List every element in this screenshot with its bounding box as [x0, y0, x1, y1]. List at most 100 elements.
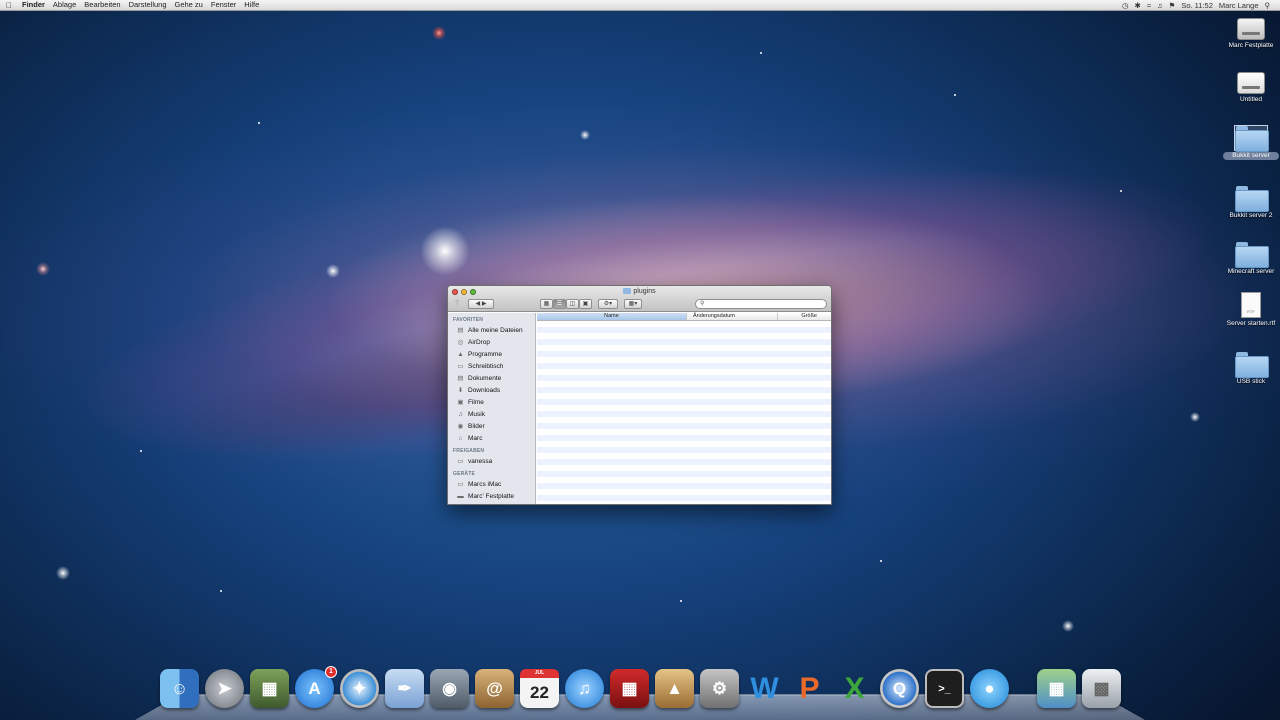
dock-safari-icon[interactable]: ✦ [340, 669, 379, 708]
spotlight-icon[interactable]: ⚲ [1265, 1, 1271, 10]
help-icon: ? [455, 300, 459, 307]
sidebar-item-label: Marc [468, 434, 483, 442]
desktop-icon-usb-stick[interactable]: USB stick [1223, 352, 1279, 386]
sidebar-item-label: Marc' Festplatte [468, 492, 515, 500]
sidebar-header-devices: GERÄTE [453, 471, 476, 477]
clock-text[interactable]: So. 11:52 [1181, 1, 1213, 10]
dock-preview-stack-icon[interactable]: ▦ [1037, 669, 1076, 708]
desktop-icon-marc-festplatte[interactable]: Marc Festplatte [1223, 18, 1279, 50]
menu-status-area: ◷ ✱ ≈ ♫ ⚑ So. 11:52 Marc Lange ⚲ [1122, 0, 1270, 10]
star [760, 52, 762, 54]
dock-terminal-icon[interactable]: >_ [925, 669, 964, 708]
menu-app-name[interactable]: Finder [18, 0, 49, 10]
action-gear-button[interactable]: ⚙▾ [598, 299, 618, 309]
music-icon: ♫ [458, 410, 463, 418]
search-field[interactable]: ⚲ [695, 299, 827, 309]
dock-ical-icon[interactable]: JUL 22 [520, 669, 559, 708]
back-forward-button[interactable]: ◀ ▶ [468, 299, 494, 309]
dock-finder-icon[interactable]: ☺ [160, 669, 199, 708]
column-header-date[interactable]: Änderungsdatum [687, 313, 778, 320]
sidebar-item-label: Filme [468, 398, 484, 406]
view-list-button[interactable]: ☰ [553, 299, 566, 309]
file-list[interactable]: Name Änderungsdatum Größe [537, 313, 831, 504]
dock-facetime-icon[interactable]: ◉ [430, 669, 469, 708]
star [1062, 620, 1074, 632]
dock-mail-icon[interactable]: ✒ [385, 669, 424, 708]
star [140, 450, 142, 452]
dock-app-store-icon[interactable]: A1 [295, 666, 337, 708]
bluetooth-icon[interactable]: ✱ [1135, 1, 1141, 10]
column-header-name[interactable]: Name [537, 313, 687, 320]
sidebar-item-vanessa[interactable]: ▭ vanessa [448, 455, 535, 467]
sidebar-item-marc-festplatte[interactable]: ▬ Marc' Festplatte [448, 490, 535, 502]
dock-system-preferences-icon[interactable]: ⚙ [700, 669, 739, 708]
red-star [432, 26, 446, 40]
volume-icon[interactable]: ♫ [1157, 1, 1163, 10]
sidebar-item-programme[interactable]: ▲ Programme [448, 348, 535, 360]
sidebar-item-downloads[interactable]: ⬇ Downloads [448, 384, 535, 396]
desktop-icon-bukkit-server-2[interactable]: Bukkit server 2 [1223, 186, 1279, 220]
sidebar-item-marc[interactable]: ⌂ Marc [448, 432, 535, 444]
finder-titlebar[interactable]: plugins ? ◀ ▶ ▦ ☰ ◫ ▣ ⚙▾ ▦▾ ⚲ [448, 286, 831, 312]
dock-quicktime-icon[interactable]: Q [880, 669, 919, 708]
sidebar-item-dokumente[interactable]: ▤ Dokumente [448, 372, 535, 384]
dock-iphoto-icon[interactable]: ▲ [655, 669, 694, 708]
sidebar-item-label: vanessa [468, 457, 493, 465]
dock-launchpad-icon[interactable]: ➤ [205, 669, 244, 708]
folder-icon [1235, 242, 1269, 268]
menu-bearbeiten[interactable]: Bearbeiten [80, 0, 124, 10]
sidebar-header-favorites: FAVORITEN [453, 317, 484, 323]
apple-menu-icon[interactable]:  [0, 1, 18, 10]
sidebar-item-label: Alle meine Dateien [468, 326, 523, 334]
empty-list-rows [537, 321, 831, 504]
column-header-size[interactable]: Größe [778, 313, 831, 320]
menu-hilfe[interactable]: Hilfe [240, 0, 263, 10]
menu-gehe-zu[interactable]: Gehe zu [171, 0, 207, 10]
sidebar-item-airdrop[interactable]: ◎ AirDrop [448, 336, 535, 348]
star [580, 130, 590, 140]
sidebar-item-schreibtisch[interactable]: ▭ Schreibtisch [448, 360, 535, 372]
dock-photo-booth-icon[interactable]: ▦ [610, 669, 649, 708]
view-columns-button[interactable]: ◫ [566, 299, 579, 309]
menu-ablage[interactable]: Ablage [49, 0, 80, 10]
dock-microsoft-excel-icon[interactable]: X [835, 669, 874, 708]
sidebar-item-bilder[interactable]: ◉ Bilder [448, 420, 535, 432]
sidebar-item-marcs-imac[interactable]: ▭ Marcs iMac [448, 478, 535, 490]
sidebar-item-label: Programme [468, 350, 502, 358]
dock-mission-control-icon[interactable]: ▦ [250, 669, 289, 708]
sidebar-item-filme[interactable]: ▣ Filme [448, 396, 535, 408]
user-name[interactable]: Marc Lange [1219, 1, 1259, 10]
desktop-icon-server-starten[interactable]: Server starten.rtf [1223, 292, 1279, 328]
movies-icon: ▣ [457, 399, 464, 406]
home-icon: ⌂ [458, 434, 463, 442]
star [220, 590, 222, 592]
dock-microsoft-word-icon[interactable]: W [745, 669, 784, 708]
star [880, 560, 882, 562]
dock-microsoft-powerpoint-icon[interactable]: P [790, 669, 829, 708]
dock-trash-icon[interactable]: ▩ [1082, 669, 1121, 708]
desktop-icon-minecraft-server[interactable]: Minecraft server [1223, 242, 1279, 276]
dock-address-book-icon[interactable]: @ [475, 669, 514, 708]
menu-darstellung[interactable]: Darstellung [125, 0, 171, 10]
wifi-icon[interactable]: ≈ [1147, 1, 1151, 10]
star [258, 122, 260, 124]
sidebar-item-musik[interactable]: ♫ Musik [448, 408, 535, 420]
dock-network-app-icon[interactable]: ● [970, 669, 1009, 708]
finder-sidebar: FAVORITEN ▤ Alle meine Dateien ◎ AirDrop ▲… [448, 313, 536, 504]
sidebar-item-label: Musik [468, 410, 485, 418]
view-icons-button[interactable]: ▦ [540, 299, 553, 309]
time-machine-icon[interactable]: ◷ [1122, 1, 1129, 10]
star [1190, 412, 1200, 422]
sidebar-item-label: Marcs iMac [468, 480, 502, 488]
menu-fenster[interactable]: Fenster [207, 0, 240, 10]
sidebar-item-all-files[interactable]: ▤ Alle meine Dateien [448, 324, 535, 336]
arrange-button[interactable]: ▦▾ [624, 299, 642, 309]
input-flag-icon[interactable]: ⚑ [1169, 1, 1176, 10]
view-coverflow-button[interactable]: ▣ [579, 299, 592, 309]
dock: ☺ ➤ ▦ A1 ✦ ✒ ◉ @ JUL 22 ♫ ▦ ▲ ⚙ W P X Q … [160, 664, 1121, 708]
dock-itunes-icon[interactable]: ♫ [565, 669, 604, 708]
desktop-icon-untitled[interactable]: Untitled [1223, 72, 1279, 104]
star [954, 94, 956, 96]
desktop-icon-bukkit-server[interactable]: Bukkit server [1223, 125, 1279, 160]
sidebar-header-shared: FREIGABEN [453, 448, 485, 454]
